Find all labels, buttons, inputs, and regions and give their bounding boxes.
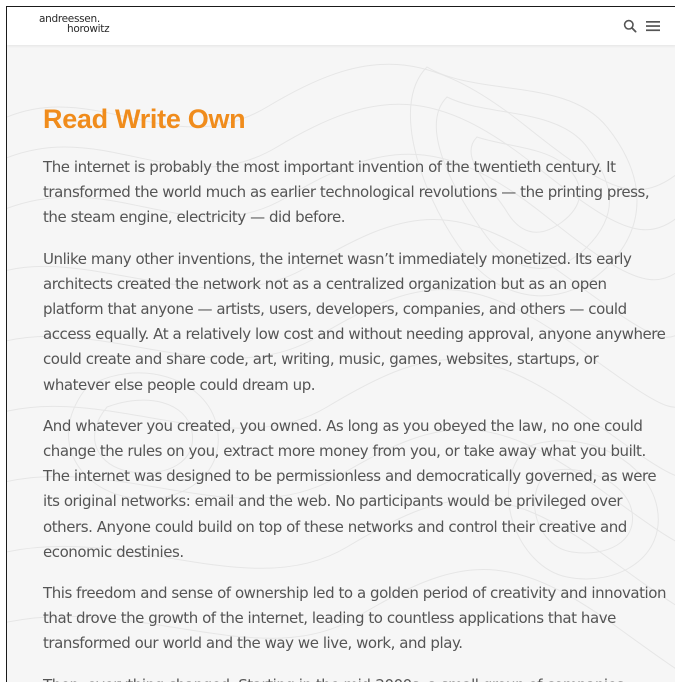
browser-viewport: andreessen. horowitz Read Write Own The … [6,6,675,682]
site-header: andreessen. horowitz [7,7,675,45]
a16z-logo[interactable]: andreessen. horowitz [39,14,110,35]
article-paragraph: Unlike many other inventions, the intern… [43,249,666,394]
article-title: Read Write Own [43,104,246,134]
article-paragraph: This freedom and sense of ownership led … [43,584,667,653]
article-paragraph: The internet is probably the most import… [43,158,650,227]
article-paragraph: Then, everything changed. Starting in th… [43,673,667,682]
hamburger-menu-icon[interactable] [645,19,661,33]
search-icon[interactable] [623,19,637,33]
article-paragraph: And whatever you created, you owned. As … [43,416,657,561]
logo-line-2: horowitz [67,23,110,35]
article-body: Read Write Own The internet is probably … [43,103,667,682]
